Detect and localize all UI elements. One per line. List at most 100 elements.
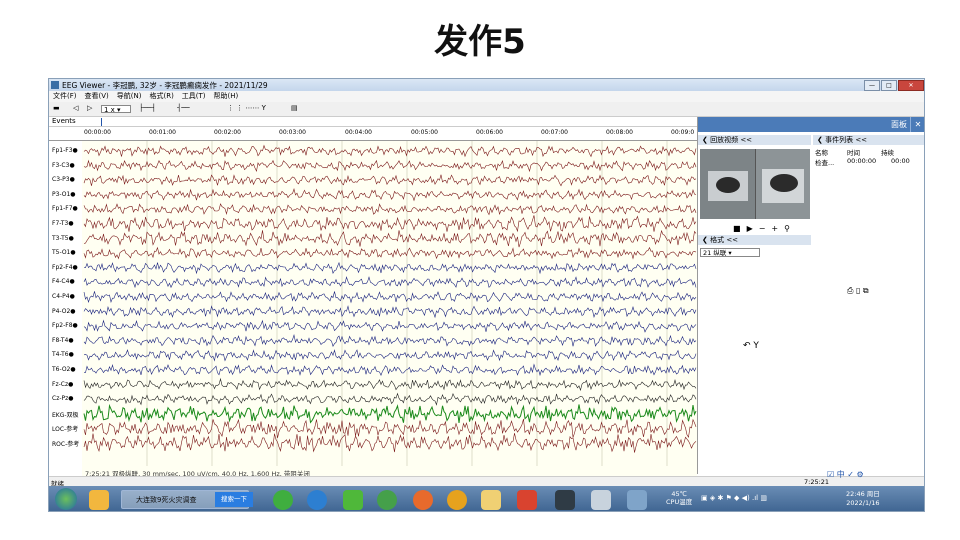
menu-help[interactable]: 帮助(H) [214,91,239,102]
taskbar-firefox-icon[interactable] [413,490,433,510]
taskbar-chrome-icon[interactable] [447,490,467,510]
taskbar-explorer-icon[interactable] [481,490,501,510]
menu-tools[interactable]: 工具(T) [182,91,206,102]
taskbar-wechat-icon[interactable] [343,490,363,510]
marker-icon[interactable]: ⋮ ⋮ ⋯⋯ Y [227,104,266,113]
channel-label[interactable]: T3-T5● [52,235,74,242]
event-list-row[interactable]: 检查... 00:00:00 00:00 [815,157,924,167]
zoom-out-icon[interactable]: − [759,224,766,233]
channel-label[interactable]: C3-P3● [52,176,75,183]
slider-icon[interactable]: ├──┤ [139,104,156,113]
timestamp: 00:00:00 [84,129,111,136]
step-back-icon[interactable]: ◁ [73,104,78,113]
close-button[interactable]: ✕ [898,80,924,91]
eeg-trace [83,203,697,216]
channel-label[interactable]: Fp1-F3● [52,147,78,154]
timestamp: 00:07:00 [541,129,568,136]
taskbar-app-icon[interactable] [591,490,611,510]
system-tray-icons[interactable]: ▣ ◈ ✱ ⚑ ◆ ◀) .ıl ▥ [701,494,767,502]
page-icon[interactable]: ▯ [856,286,860,295]
taskbar-app-icon[interactable] [273,490,293,510]
channel-label[interactable]: T4-T6● [52,351,74,358]
play-icon[interactable]: ▶ [747,224,753,233]
menu-navigate[interactable]: 导航(N) [117,91,142,102]
eeg-trace [83,159,697,173]
col-duration[interactable]: 持续 [881,147,911,157]
print-icon[interactable]: ⎙ [847,286,853,295]
event-list-header[interactable]: ❮ 事件列表 << [813,135,924,145]
cpu-temp-label: CPU温度 [666,498,693,506]
channel-label[interactable]: T5-O1● [52,249,76,256]
video-thumbnail[interactable] [700,149,810,219]
col-time[interactable]: 时间 [847,147,881,157]
taskbar-app-icon[interactable] [377,490,397,510]
events-label: Events [52,117,76,125]
clock-date: 2022/1/16 [846,499,880,507]
timestamp: 00:02:00 [214,129,241,136]
maximize-button[interactable]: □ [881,80,897,91]
channel-label[interactable]: P3-O1● [52,191,76,198]
channel-label[interactable]: P4-O2● [52,308,76,315]
eeg-trace [83,319,697,333]
channel-label[interactable]: F8-T4● [52,337,74,344]
gain-icon[interactable]: ┤── [177,104,190,113]
event-name: 检查... [815,159,835,167]
print-preview-icon[interactable]: ▤ [291,104,298,113]
search-button[interactable]: 搜索一下 [215,492,253,507]
events-marker [101,118,102,126]
channel-label[interactable]: F3-C3● [52,162,75,169]
channel-label[interactable]: Cz-Pz● [52,395,74,402]
timestamp: 00:01:00 [149,129,176,136]
format-header[interactable]: ❮ 格式 << [698,235,811,245]
taskbar-app-icon[interactable] [517,490,537,510]
channel-label[interactable]: Fp1-F7● [52,205,78,212]
search-icon[interactable]: ⚲ [784,224,790,233]
stop-icon[interactable]: ■ [733,224,741,233]
eeg-trace [83,333,697,347]
menu-format[interactable]: 格式(R) [149,91,173,102]
minimize-button[interactable]: — [864,80,880,91]
start-button[interactable] [55,488,77,510]
zoom-in-icon[interactable]: + [771,224,778,233]
eeg-waveform-area[interactable] [82,141,697,476]
col-name[interactable]: 名称 [815,147,847,157]
channel-label[interactable]: Fz-Cz● [52,381,73,388]
clock-time: 22:46 周日 [846,490,880,498]
taskbar-ie-icon[interactable] [307,490,327,510]
channel-label[interactable]: F4-C4● [52,278,75,285]
channel-label[interactable]: F7-T3● [52,220,74,227]
taskbar-app-icon[interactable] [627,490,647,510]
panel-close-icon[interactable]: ✕ [910,117,924,132]
menu-view[interactable]: 查看(V) [85,91,109,102]
channel-label[interactable]: Fp2-F8● [52,322,78,329]
taskbar-app-icon[interactable] [555,490,575,510]
panel-undo-icons: ↶ Y [743,341,759,351]
video-frame [700,149,810,219]
taskbar-app-icon[interactable] [89,490,109,510]
channel-label[interactable]: T6-O2● [52,366,76,373]
app-icon [51,81,59,89]
channel-label[interactable]: EKG-双极 [52,410,79,419]
record-icon[interactable]: ▬ [53,104,60,113]
cpu-temp-value: 45℃ [671,490,687,498]
montage-select[interactable]: 21 纵联 ▾ [700,248,760,257]
channel-label[interactable]: C4-P4● [52,293,75,300]
video-header[interactable]: ❮ 回放视频 << [698,135,811,145]
channel-label[interactable]: LOC-参考 [52,424,78,433]
copy-icon[interactable]: ⧉ [863,286,869,295]
eeg-trace [83,418,697,439]
channel-label[interactable]: ROC-参考 [52,439,79,448]
video-controls: ■ ▶ − + ⚲ [733,224,790,233]
eeg-trace [83,349,697,362]
channel-label[interactable]: Fp2-F4● [52,264,78,271]
system-clock[interactable]: 22:46 周日 2022/1/16 [846,490,880,508]
undo-icon[interactable]: ↶ [743,341,751,351]
filter-icon[interactable]: Y [753,341,759,351]
eeg-trace [83,392,697,406]
eeg-trace [83,229,697,248]
window-titlebar: EEG Viewer - 李冠鹏, 32岁 - 李冠鹏癫痫发作 - 2021/1… [49,79,924,91]
menu-file[interactable]: 文件(F) [53,91,77,102]
speed-select[interactable]: 1 x ▾ [101,105,131,114]
ime-icons[interactable]: ☑ 中 ✓ ⚙ [827,469,864,480]
step-forward-icon[interactable]: ▷ [87,104,92,113]
